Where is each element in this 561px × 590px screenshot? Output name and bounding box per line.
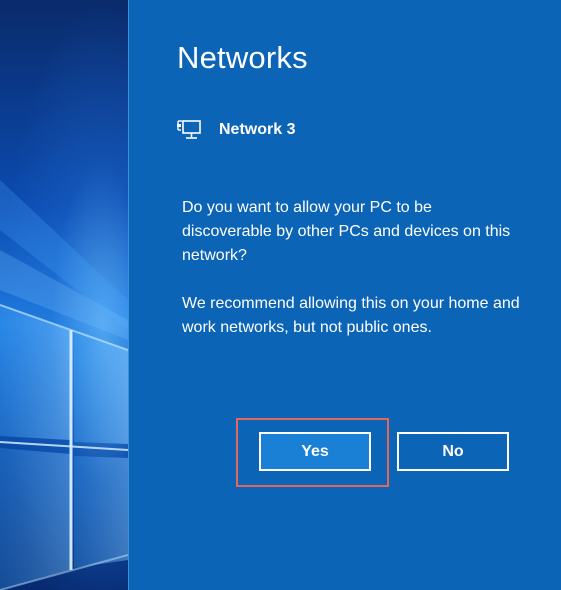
yes-button[interactable]: Yes bbox=[259, 432, 371, 471]
discoverable-prompt: Do you want to allow your PC to be disco… bbox=[182, 199, 511, 264]
desktop-wallpaper bbox=[0, 0, 128, 590]
windows-logo-wallpaper-graphic bbox=[0, 180, 128, 590]
network-name: Network 3 bbox=[219, 121, 296, 138]
recommendation-text: We recommend allowing this on your home … bbox=[182, 295, 520, 336]
wired-network-icon bbox=[177, 118, 203, 142]
screen: Networks Network 3 Do you want to allow … bbox=[0, 0, 561, 590]
network-discovery-flyout: Networks Network 3 Do you want to allow … bbox=[128, 0, 561, 590]
network-item: Network 3 bbox=[177, 116, 295, 144]
no-button[interactable]: No bbox=[397, 432, 509, 471]
flyout-title: Networks bbox=[177, 40, 308, 75]
